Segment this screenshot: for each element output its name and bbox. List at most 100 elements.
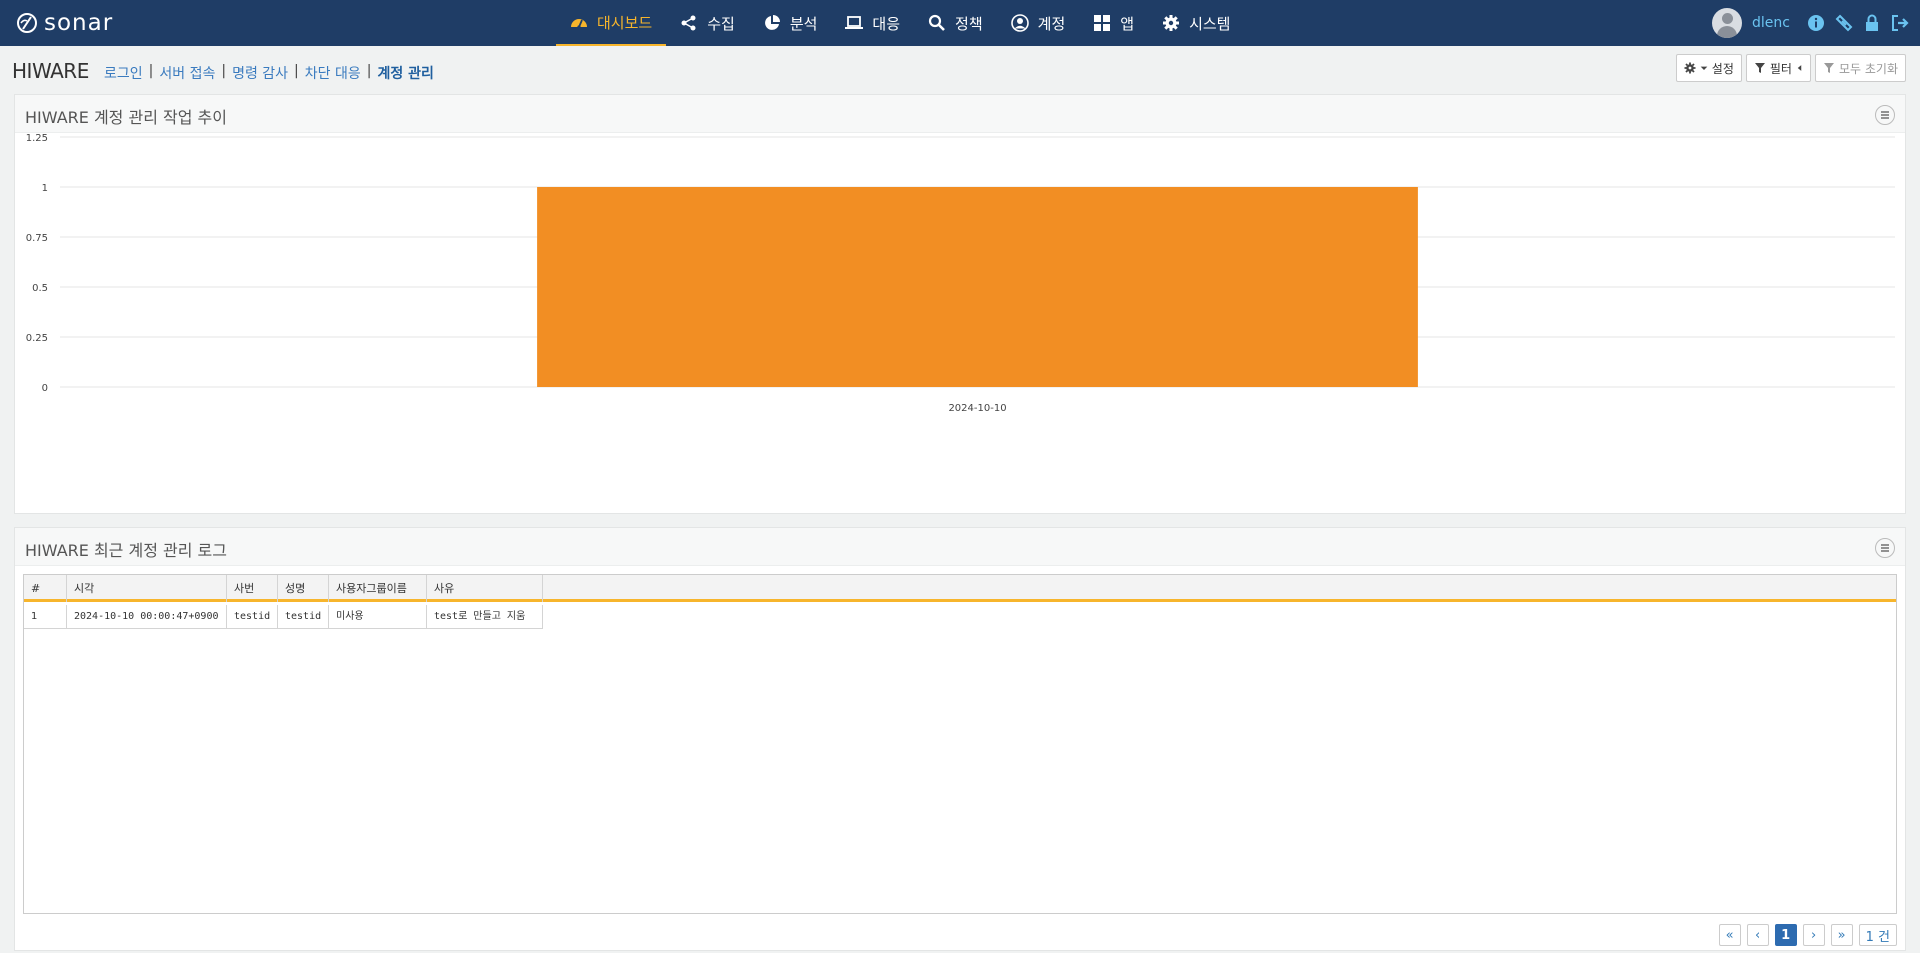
avatar[interactable] xyxy=(1712,8,1743,38)
column-header[interactable]: 성명 xyxy=(278,575,329,602)
column-header[interactable]: 시각 xyxy=(67,575,227,602)
breadcrumb: 로그인 | 서버 접속 | 명령 감사 | 차단 대응 | 계정 관리 xyxy=(104,63,434,83)
log-table: # 시각 사번 성명 사용자그룹이름 사유 1 2024-10-10 00:00… xyxy=(23,574,1897,914)
nav-dashboard[interactable]: 대시보드 xyxy=(556,0,667,46)
username[interactable]: dlenc xyxy=(1752,15,1790,31)
info-icon xyxy=(1808,15,1824,31)
crumb-login[interactable]: 로그인 xyxy=(104,63,143,83)
column-header[interactable]: 사유 xyxy=(427,575,543,602)
sonar-logo-icon xyxy=(17,13,37,33)
crumb-separator: | xyxy=(221,63,227,79)
table-panel-title: HIWARE 최근 계정 관리 로그 xyxy=(25,541,227,560)
y-tick-label: 0.5 xyxy=(32,283,48,294)
nav-label: 시스템 xyxy=(1189,14,1231,33)
caret-left-icon xyxy=(1797,65,1802,71)
page-1-button[interactable]: 1 xyxy=(1774,924,1797,946)
pie-chart-icon xyxy=(764,15,780,30)
hamburger-icon xyxy=(1881,544,1889,552)
page-toolbar: 설정 필터 모두 초기화 xyxy=(1675,54,1906,82)
lock-button[interactable] xyxy=(1858,0,1886,46)
y-tick-label: 0 xyxy=(42,383,48,394)
hamburger-icon xyxy=(1881,111,1889,119)
chart-area: 0 0.25 0.5 0.75 1 1.25 2024-10-10 xyxy=(15,133,1905,513)
nav-label: 대응 xyxy=(872,14,901,33)
last-page-button[interactable]: » xyxy=(1830,924,1853,946)
filter-label: 필터 xyxy=(1769,61,1792,76)
logout-button[interactable] xyxy=(1886,0,1914,46)
nav-label: 대시보드 xyxy=(597,13,653,32)
reset-all-label: 모두 초기화 xyxy=(1838,61,1898,76)
cell-reason: test로 만들고 지움 xyxy=(427,605,543,629)
filter-icon xyxy=(1754,63,1765,73)
filter-icon xyxy=(1823,63,1834,73)
main-nav: 대시보드 수집 분석 대응 정책 계정 앱 시스템 xyxy=(556,0,1244,46)
apps-grid-icon xyxy=(1094,15,1111,31)
gear-icon xyxy=(1684,62,1696,74)
chart-bar xyxy=(537,187,1418,387)
top-navbar: sonar 대시보드 수집 분석 대응 정책 계정 앱 시스템 dlenc xyxy=(0,0,1920,46)
y-tick-label: 1 xyxy=(42,183,48,194)
info-button[interactable] xyxy=(1802,0,1830,46)
nav-label: 분석 xyxy=(789,14,818,33)
next-page-button[interactable]: › xyxy=(1802,924,1825,946)
ticket-icon xyxy=(1835,14,1853,32)
cell-user-group: 미사용 xyxy=(329,605,427,629)
user-area: dlenc xyxy=(1712,0,1920,46)
nav-account[interactable]: 계정 xyxy=(997,0,1080,46)
logout-icon xyxy=(1892,15,1909,31)
crumb-account-management[interactable]: 계정 관리 xyxy=(377,63,433,83)
chart-panel-title: HIWARE 계정 관리 작업 추이 xyxy=(25,108,227,127)
y-tick-label: 0.25 xyxy=(26,333,48,344)
crumb-block-response[interactable]: 차단 대응 xyxy=(305,63,361,83)
column-header[interactable]: 사번 xyxy=(227,575,278,602)
cell-name: testid xyxy=(278,605,329,629)
crumb-server-access[interactable]: 서버 접속 xyxy=(159,63,215,83)
laptop-icon xyxy=(845,16,864,29)
x-tick-label: 2024-10-10 xyxy=(948,403,1006,414)
prev-page-button[interactable]: ‹ xyxy=(1746,924,1769,946)
crumb-separator: | xyxy=(294,63,299,79)
nav-collect[interactable]: 수집 xyxy=(666,0,749,46)
nav-response[interactable]: 대응 xyxy=(831,0,914,46)
panel-header: HIWARE 최근 계정 관리 로그 xyxy=(15,528,1905,566)
panel-menu-button[interactable] xyxy=(1875,538,1895,558)
sonar-logo[interactable]: sonar xyxy=(16,10,113,36)
crumb-separator: | xyxy=(366,63,372,79)
page-title: HIWARE xyxy=(12,59,89,83)
caret-down-icon xyxy=(1700,66,1708,70)
brand-name: sonar xyxy=(44,10,114,36)
ticket-button[interactable] xyxy=(1830,0,1858,46)
dashboard-icon xyxy=(571,19,587,29)
total-count: 1 건 xyxy=(1858,924,1897,946)
share-icon xyxy=(681,15,696,31)
table-header: # 시각 사번 성명 사용자그룹이름 사유 xyxy=(24,575,1896,602)
y-tick-label: 0.75 xyxy=(26,233,48,244)
cell-index: 1 xyxy=(24,605,67,629)
bar-chart: 0 0.25 0.5 0.75 1 1.25 2024-10-10 xyxy=(26,133,1895,414)
nav-analysis[interactable]: 분석 xyxy=(749,0,832,46)
crumb-separator: | xyxy=(148,63,154,79)
gear-icon xyxy=(1163,15,1180,31)
cell-time: 2024-10-10 00:00:47+0900 xyxy=(67,605,227,629)
nav-policy[interactable]: 정책 xyxy=(914,0,997,46)
nav-apps[interactable]: 앱 xyxy=(1079,0,1148,46)
search-icon xyxy=(928,14,945,31)
chart-panel: HIWARE 계정 관리 작업 추이 0 0.25 0.5 0.75 1 1.25 2024… xyxy=(14,94,1906,514)
panel-menu-button[interactable] xyxy=(1875,105,1895,125)
cell-employee-id: testid xyxy=(227,605,278,629)
y-tick-label: 1.25 xyxy=(26,133,48,144)
nav-label: 계정 xyxy=(1037,14,1066,33)
nav-label: 수집 xyxy=(707,14,735,33)
panel-header: HIWARE 계정 관리 작업 추이 xyxy=(15,95,1905,133)
first-page-button[interactable]: « xyxy=(1718,924,1741,946)
lock-icon xyxy=(1866,14,1878,31)
nav-label: 정책 xyxy=(955,14,983,33)
column-header[interactable]: 사용자그룹이름 xyxy=(329,575,427,602)
filter-button[interactable]: 필터 xyxy=(1745,54,1811,82)
table-panel: HIWARE 최근 계정 관리 로그 # 시각 사번 성명 사용자그룹이름 사유… xyxy=(14,527,1906,951)
settings-button[interactable]: 설정 xyxy=(1675,54,1742,82)
nav-system[interactable]: 시스템 xyxy=(1148,0,1244,46)
reset-all-button[interactable]: 모두 초기화 xyxy=(1814,54,1906,82)
crumb-command-audit[interactable]: 명령 감사 xyxy=(232,63,288,83)
column-header[interactable]: # xyxy=(24,575,67,602)
